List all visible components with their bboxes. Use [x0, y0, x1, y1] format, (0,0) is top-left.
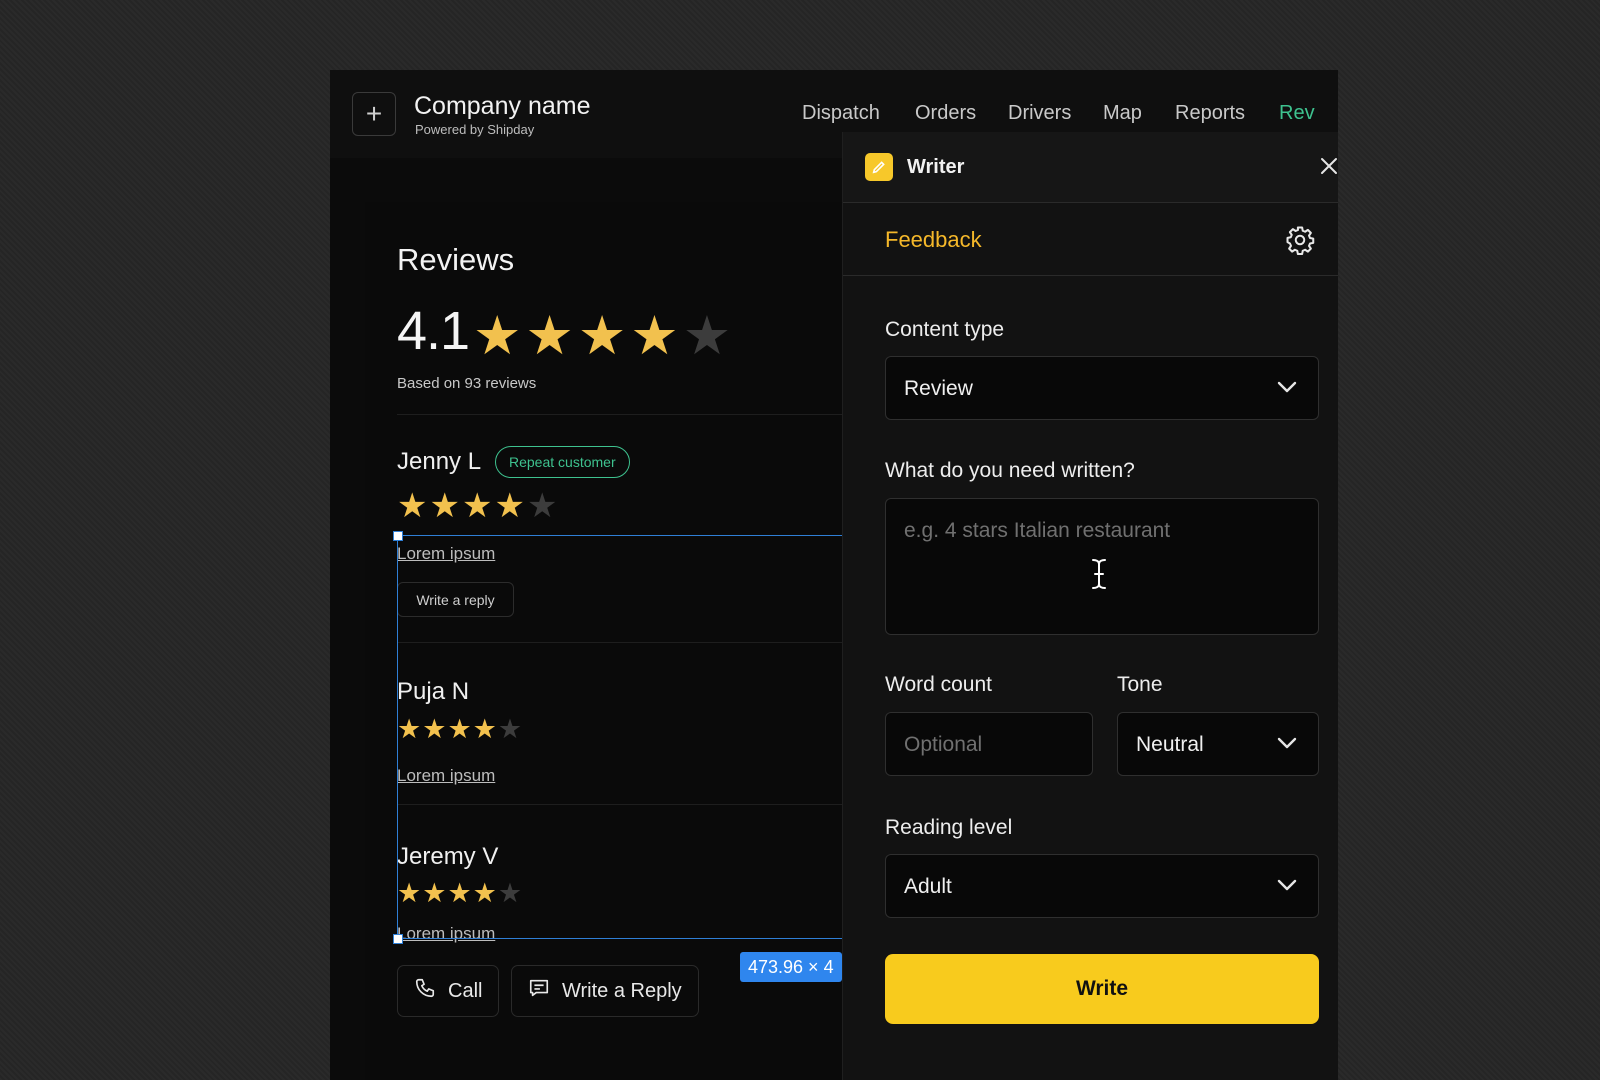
content-type-select[interactable]: Review: [885, 356, 1319, 420]
reading-level-value: Adult: [904, 875, 952, 898]
repeat-customer-badge: Repeat customer: [495, 446, 630, 478]
plus-icon[interactable]: +: [352, 92, 396, 136]
average-rating: 4.1: [397, 301, 470, 361]
star-icon: ★: [494, 487, 525, 525]
star-icon: ★: [577, 306, 627, 366]
prompt-placeholder: e.g. 4 stars Italian restaurant: [904, 519, 1171, 542]
nav-orders[interactable]: Orders: [915, 102, 976, 125]
star-empty-icon: ★: [682, 306, 732, 366]
company-name: Company name: [414, 92, 591, 120]
resize-handle[interactable]: [393, 934, 403, 944]
call-button[interactable]: Call: [397, 965, 500, 1017]
chevron-down-icon: [1276, 735, 1298, 756]
powered-by: Powered by Shipday: [415, 122, 535, 137]
call-label: Call: [448, 979, 483, 1002]
nav-dispatch[interactable]: Dispatch: [802, 102, 880, 125]
word-count-input[interactable]: Optional: [885, 712, 1093, 776]
app-window: + Company name Powered by Shipday Dispat…: [330, 70, 1338, 1080]
reading-level-label: Reading level: [885, 816, 1013, 839]
word-count-placeholder: Optional: [904, 733, 983, 756]
write-a-reply-button[interactable]: Write a Reply: [511, 965, 699, 1017]
tone-select[interactable]: Neutral: [1117, 712, 1319, 776]
tone-value: Neutral: [1136, 733, 1204, 756]
dimension-tag: 473.96 × 4: [740, 952, 842, 982]
word-count-label: Word count: [885, 673, 992, 696]
reviewer-name: Jenny L: [397, 448, 482, 475]
review-count: Based on 93 reviews: [397, 375, 537, 392]
panel-title: Writer: [907, 156, 965, 178]
feedback-row: Feedback: [843, 203, 1338, 276]
content-type-label: Content type: [885, 318, 1005, 341]
nav-reviews[interactable]: Rev: [1279, 102, 1315, 125]
close-icon[interactable]: [1319, 154, 1338, 180]
star-icon: ★: [473, 306, 522, 366]
tone-label: Tone: [1117, 673, 1163, 696]
panel-header: Writer: [843, 132, 1338, 203]
resize-handle[interactable]: [393, 531, 403, 541]
star-icon: ★: [630, 306, 679, 366]
prompt-label: What do you need written?: [885, 459, 1135, 482]
star-icon: ★: [525, 306, 574, 366]
average-stars: ★ ★ ★ ★ ★: [473, 304, 731, 367]
tab-feedback[interactable]: Feedback: [885, 227, 982, 253]
reviews-content: Reviews 4.1 ★ ★ ★ ★ ★ Based on 93 review…: [365, 202, 885, 1080]
star-icon: ★: [429, 487, 460, 525]
selection-box[interactable]: [397, 535, 857, 939]
content-type-value: Review: [904, 377, 973, 400]
reading-level-select[interactable]: Adult: [885, 854, 1319, 918]
write-button[interactable]: Write: [885, 954, 1319, 1024]
write-reply-label: Write a Reply: [562, 979, 682, 1002]
review-stars: ★ ★ ★ ★ ★: [397, 486, 557, 526]
nav-drivers[interactable]: Drivers: [1008, 102, 1071, 125]
page-title: Reviews: [397, 242, 515, 277]
divider: [397, 414, 885, 415]
star-icon: ★: [461, 487, 493, 525]
nav-reports[interactable]: Reports: [1175, 102, 1245, 125]
star-empty-icon: ★: [526, 487, 558, 525]
star-icon: ★: [397, 487, 428, 525]
chevron-down-icon: [1276, 877, 1298, 898]
prompt-textarea[interactable]: e.g. 4 stars Italian restaurant: [885, 498, 1319, 635]
pencil-icon: [865, 153, 893, 181]
text-cursor-icon: [1088, 557, 1110, 596]
nav-map[interactable]: Map: [1103, 102, 1142, 125]
chevron-down-icon: [1276, 379, 1298, 400]
writer-panel: Writer Feedback Content type Review What…: [842, 132, 1338, 1080]
gear-icon[interactable]: [1285, 225, 1315, 260]
message-icon: [528, 977, 550, 1005]
phone-icon: [414, 977, 436, 1005]
